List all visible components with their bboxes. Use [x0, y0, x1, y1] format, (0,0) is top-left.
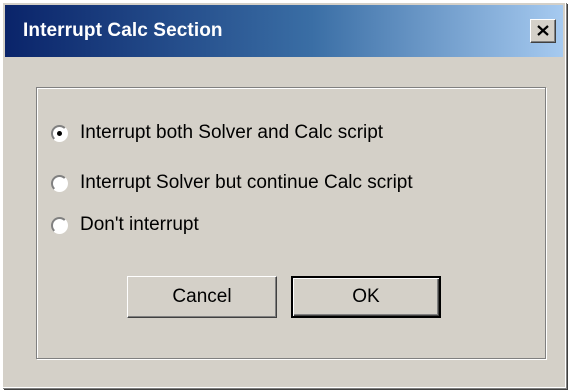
radio-button[interactable]	[51, 216, 68, 234]
cancel-button[interactable]: Cancel	[127, 276, 277, 318]
radio-button[interactable]	[51, 174, 68, 192]
close-button[interactable]	[530, 19, 556, 43]
radio-selected-dot	[57, 130, 62, 136]
radio-button[interactable]	[51, 124, 68, 142]
dialog-window: Interrupt Calc Section Interrupt both So…	[2, 2, 566, 388]
radio-option-interrupt-solver[interactable]: Interrupt Solver but continue Calc scrip…	[51, 172, 413, 194]
radio-label: Don't interrupt	[80, 214, 199, 235]
radio-label: Interrupt both Solver and Calc script	[80, 122, 384, 143]
radio-option-interrupt-both[interactable]: Interrupt both Solver and Calc script	[51, 122, 383, 144]
window-title: Interrupt Calc Section	[23, 20, 223, 41]
close-icon	[537, 25, 549, 36]
ok-button[interactable]: OK	[291, 276, 441, 318]
radio-option-dont-interrupt[interactable]: Don't interrupt	[51, 214, 199, 236]
title-bar[interactable]: Interrupt Calc Section	[5, 5, 563, 57]
radio-label: Interrupt Solver but continue Calc scrip…	[80, 172, 413, 193]
